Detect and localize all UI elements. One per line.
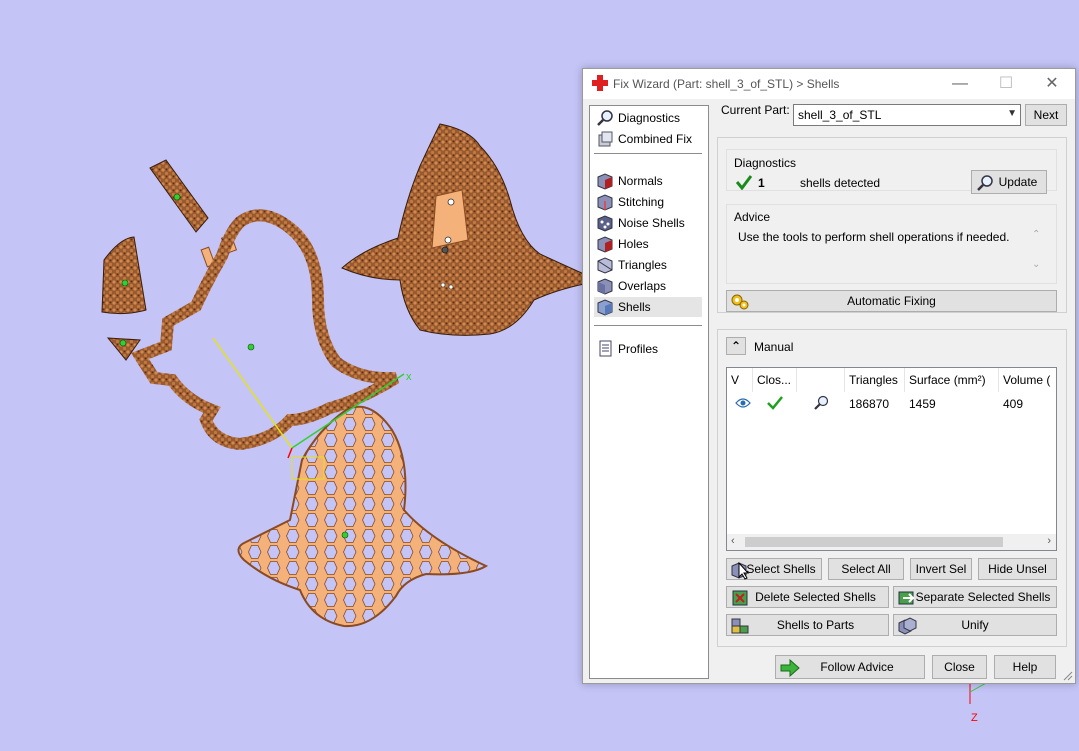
column-header-visible[interactable]: V <box>727 368 753 392</box>
chevron-up-icon: ⌃ <box>730 339 742 353</box>
nav-item-profiles[interactable]: Profiles <box>594 339 702 359</box>
scroll-left-icon[interactable]: ‹ <box>731 535 735 547</box>
scroll-up-icon[interactable]: ⌃ <box>1032 229 1040 240</box>
view-triad-bottom: Z <box>969 681 989 724</box>
column-header-action[interactable] <box>797 368 845 392</box>
axis-x-label: x <box>406 371 412 383</box>
mouse-cursor-icon <box>738 562 750 580</box>
table-horizontal-scrollbar[interactable]: ‹ › <box>727 534 1056 550</box>
magnifier-icon[interactable] <box>813 395 829 411</box>
overlaps-cube-icon <box>597 278 613 295</box>
resize-grip-icon[interactable] <box>1063 671 1073 681</box>
nav-separator <box>594 153 702 154</box>
next-part-button[interactable]: Next <box>1025 104 1067 126</box>
nav-item-holes[interactable]: Holes <box>594 234 702 254</box>
row-triangles: 186870 <box>849 397 890 411</box>
checkmark-icon <box>767 396 783 410</box>
eye-icon[interactable] <box>735 397 751 409</box>
axis-z-label: Z <box>971 712 978 724</box>
nav-item-stitching[interactable]: Stitching <box>594 192 702 212</box>
help-button[interactable]: Help <box>994 655 1056 679</box>
maximize-button[interactable]: ☐ <box>983 69 1029 99</box>
magnifier-icon <box>597 110 613 126</box>
nav-item-combined-fix[interactable]: Combined Fix <box>594 129 702 149</box>
automatic-fixing-button[interactable]: Automatic Fixing <box>726 290 1057 312</box>
follow-advice-button[interactable]: Follow Advice <box>775 655 925 679</box>
shell-fragment-left[interactable] <box>101 236 147 315</box>
fix-wizard-dialog: Fix Wizard (Part: shell_3_of_STL) > Shel… <box>582 68 1076 684</box>
nav-item-triangles[interactable]: Triangles <box>594 255 702 275</box>
unify-button[interactable]: Unify <box>893 614 1057 636</box>
shell-honeycomb[interactable] <box>237 405 489 628</box>
shells-to-parts-button[interactable]: Shells to Parts <box>726 614 889 636</box>
profiles-document-icon <box>599 340 612 357</box>
shell-fragment-wedge[interactable] <box>149 159 209 233</box>
shells-cube-icon <box>597 299 613 316</box>
nav-item-shells[interactable]: Shells <box>594 297 702 317</box>
update-button[interactable]: Update <box>971 170 1047 194</box>
nav-item-normals[interactable]: Normals <box>594 171 702 191</box>
advice-text: Use the tools to perform shell operation… <box>733 227 1033 277</box>
nav-item-overlaps[interactable]: Overlaps <box>594 276 702 296</box>
select-all-button[interactable]: Select All <box>828 558 904 580</box>
fix-wizard-nav: Diagnostics Combined Fix Normals Stitchi… <box>589 105 709 679</box>
scroll-right-icon[interactable]: › <box>1047 535 1051 547</box>
triangles-cube-icon <box>597 257 613 274</box>
shell-fragment-large[interactable] <box>341 123 585 336</box>
shells-detected-text: shells detected <box>800 176 881 190</box>
checkmark-icon <box>736 175 752 190</box>
column-header-closed[interactable]: Clos... <box>753 368 797 392</box>
axis-z-line <box>287 447 293 459</box>
column-header-triangles[interactable]: Triangles <box>845 368 905 392</box>
column-header-surface[interactable]: Surface (mm²) <box>905 368 999 392</box>
manual-title: Manual <box>754 340 794 354</box>
shells-table[interactable]: V Clos... Triangles Surface (mm²) Volume… <box>726 367 1057 551</box>
holes-cube-icon <box>597 236 613 253</box>
close-button[interactable]: Close <box>932 655 987 679</box>
current-part-label: Current Part: <box>721 103 790 117</box>
chevron-down-icon: ▼ <box>1007 108 1017 119</box>
delete-selected-shells-button[interactable]: Delete Selected Shells <box>726 586 889 608</box>
scroll-down-icon[interactable]: ⌄ <box>1032 259 1040 270</box>
hide-unselected-button[interactable]: Hide Unsel <box>978 558 1057 580</box>
row-volume: 409 <box>1003 397 1024 411</box>
collapse-manual-button[interactable]: ⌃ <box>726 337 746 355</box>
separate-selected-shells-button[interactable]: Separate Selected Shells <box>893 586 1057 608</box>
axis-y-line <box>212 337 293 449</box>
row-surface: 1459 <box>909 397 936 411</box>
current-part-select[interactable]: shell_3_of_STL ▼ <box>793 104 1021 126</box>
scrollbar-thumb[interactable] <box>745 537 1003 547</box>
red-cross-app-icon <box>592 75 608 91</box>
shells-count: 1 <box>758 176 765 190</box>
advice-title: Advice <box>734 210 771 224</box>
noise-shells-cube-icon <box>597 215 613 232</box>
nav-item-diagnostics[interactable]: Diagnostics <box>594 108 702 128</box>
normals-cube-icon <box>597 173 613 190</box>
window-title: Fix Wizard (Part: shell_3_of_STL) > Shel… <box>613 77 840 91</box>
combined-fix-icon <box>598 131 613 147</box>
title-bar[interactable]: Fix Wizard (Part: shell_3_of_STL) > Shel… <box>583 69 1075 99</box>
diagnostics-title: Diagnostics <box>734 156 797 170</box>
invert-selection-button[interactable]: Invert Sel <box>910 558 972 580</box>
minimize-button[interactable]: — <box>937 69 983 99</box>
column-header-volume[interactable]: Volume ( <box>999 368 1056 392</box>
nav-separator <box>594 325 702 326</box>
close-window-button[interactable]: ✕ <box>1029 69 1075 99</box>
nav-item-noise-shells[interactable]: Noise Shells <box>594 213 702 233</box>
stitching-cube-icon <box>597 194 613 211</box>
